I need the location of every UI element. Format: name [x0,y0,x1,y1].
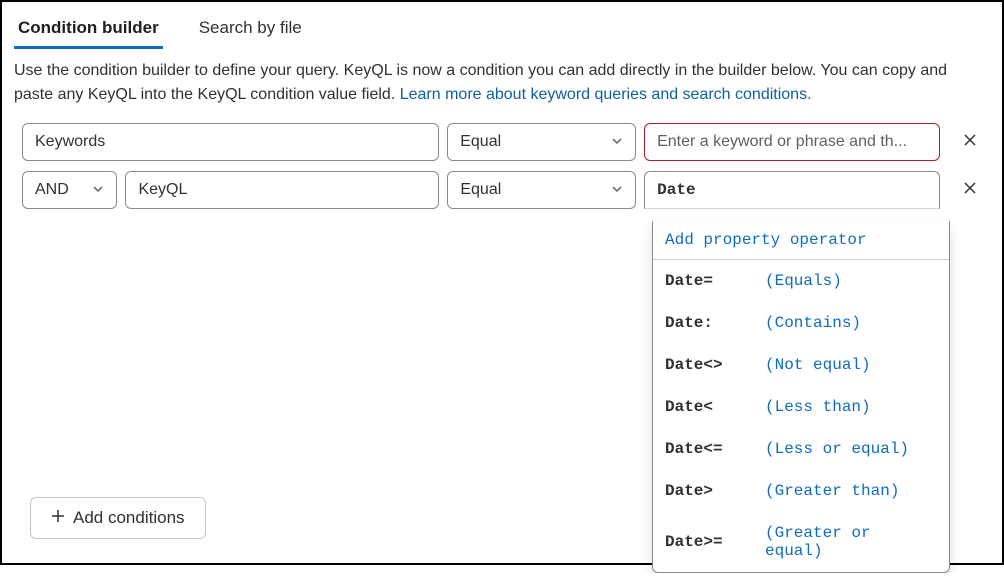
operator-code: Date>= [665,533,765,551]
condition-row-1: Keywords Equal Enter a keyword or phrase… [22,123,982,161]
operator-code: Date< [665,398,765,416]
add-conditions-label: Add conditions [73,508,185,528]
chevron-down-icon [611,134,623,150]
operator-code: Date> [665,482,765,500]
operator-desc: (Equals) [765,272,842,290]
tabs-container: Condition builder Search by file [2,2,1002,49]
logic-select-and[interactable]: AND [22,171,117,209]
condition-row-2: AND KeyQL Equal Date [22,171,982,209]
dropdown-item[interactable]: Date: (Contains) [653,302,949,344]
remove-row-icon[interactable] [958,132,982,153]
operator-desc: (Contains) [765,314,861,332]
operator-code: Date<= [665,440,765,458]
keyword-placeholder: Enter a keyword or phrase and th... [657,133,907,151]
operator-select-equal-2[interactable]: Equal [447,171,636,209]
field-select-keywords[interactable]: Keywords [22,123,439,161]
dropdown-item[interactable]: Date<> (Not equal) [653,344,949,386]
operator-label: Equal [460,133,501,151]
property-select-keyql[interactable]: KeyQL [125,171,439,209]
remove-row-icon[interactable] [958,180,982,201]
operator-label: Equal [460,181,501,199]
operator-desc: (Less or equal) [765,440,909,458]
add-conditions-button[interactable]: Add conditions [30,497,206,539]
operator-code: Date= [665,272,765,290]
operator-desc: (Greater or equal) [765,524,937,560]
tab-search-by-file[interactable]: Search by file [195,12,306,48]
keyql-value-input[interactable]: Date [644,171,940,209]
keyword-input[interactable]: Enter a keyword or phrase and th... [644,123,940,161]
property-label: KeyQL [138,181,187,199]
operator-desc: (Not equal) [765,356,871,374]
tab-condition-builder[interactable]: Condition builder [14,12,163,48]
dropdown-item[interactable]: Date> (Greater than) [653,470,949,512]
logic-label: AND [35,181,69,199]
operator-desc: (Greater than) [765,482,899,500]
field-label: Keywords [35,133,105,151]
dropdown-header: Add property operator [653,221,949,260]
description-text: Use the condition builder to define your… [2,49,1002,123]
operator-code: Date<> [665,356,765,374]
operator-code: Date: [665,314,765,332]
operator-desc: (Less than) [765,398,871,416]
autocomplete-dropdown: Add property operator Date= (Equals) Dat… [652,221,950,573]
dropdown-item[interactable]: Date<= (Less or equal) [653,428,949,470]
operator-select-equal[interactable]: Equal [447,123,636,161]
learn-more-link[interactable]: Learn more about keyword queries and sea… [400,86,812,103]
dropdown-item[interactable]: Date>= (Greater or equal) [653,512,949,572]
plus-icon [51,508,65,528]
dropdown-item[interactable]: Date= (Equals) [653,260,949,302]
chevron-down-icon [92,182,104,198]
dropdown-item[interactable]: Date< (Less than) [653,386,949,428]
condition-rows: Keywords Equal Enter a keyword or phrase… [2,123,1002,209]
chevron-down-icon [611,182,623,198]
